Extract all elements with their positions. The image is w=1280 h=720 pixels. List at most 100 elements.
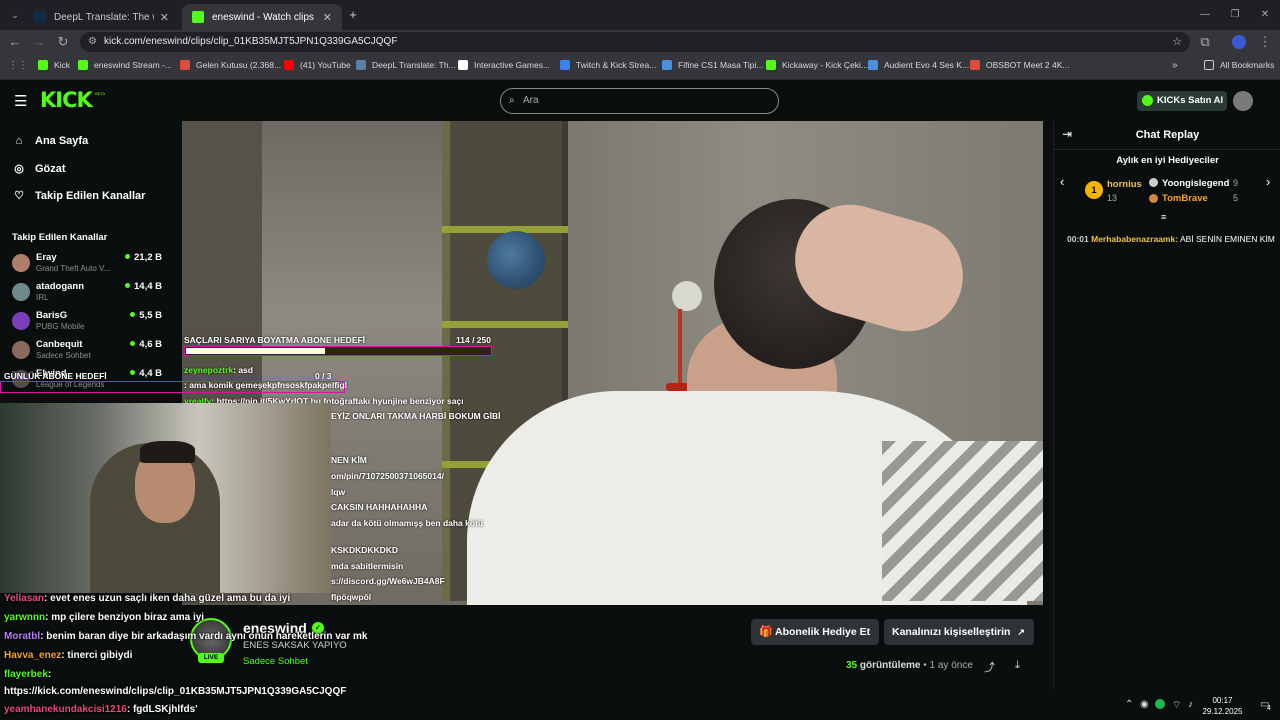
bottom-chat-overlay: Yellasan: evet enes uzun saçlı iken daha… [0,590,400,720]
bottom-chat-line: yeamhanekundakcisi1216: fgdLSKjhlfds' [4,704,198,715]
bookmark-item[interactable]: Kick [38,60,70,70]
bookmark-item[interactable]: Audient Evo 4 Ses K... [868,60,969,70]
search-icon: ⌕ [509,95,515,106]
tab-kick[interactable]: eneswind - Watch clips on Kick ✕ [182,4,342,30]
sub-goal-title: SAÇLARI SARIYA BOYATMA ABONE HEDEFİ [184,335,366,345]
rank-1-badge: 1 [1085,181,1103,199]
volume-icon[interactable]: ♪ [1188,699,1193,710]
obsbot-favicon-icon [970,60,980,70]
avatar [12,341,30,359]
menu-kebab-icon[interactable]: ⋮ [1256,33,1274,51]
sub-goal-fill [186,348,325,354]
kick-favicon-icon [192,11,204,23]
gift-sub-button[interactable]: 🎁 Abonelik Hediye Et [751,619,879,645]
tab-search-icon[interactable]: ⌄ [6,6,24,24]
kicks-buy-button[interactable]: KICKs Satın Al [1137,91,1227,111]
check-favicon-icon [868,60,878,70]
sidebar-item-browse[interactable]: ◎ Gözat [12,162,65,176]
close-tab-icon[interactable]: ✕ [323,11,332,24]
chat-title: Chat Replay [1135,129,1200,141]
chevron-right-icon[interactable]: › [1266,174,1270,189]
deepl-favicon-icon [356,60,366,70]
chat-replay-panel: ⇥ Chat Replay Aylık en iyi Hediyeciler ‹… [1053,121,1280,690]
more-bookmarks-icon[interactable]: » [1172,60,1178,71]
restore-icon[interactable]: ❐ [1226,6,1244,24]
bookmark-item[interactable]: DeepL Translate: Th... [356,60,456,70]
sub-goal-progress: 114 / 250 [456,335,491,345]
deepl-favicon-icon [34,11,46,23]
lamp-shape [672,281,702,311]
address-bar-row: ← → ↻ ⚙ kick.com/eneswind/clips/clip_01K… [0,30,1280,54]
system-clock[interactable]: 00:17 29.12.2025 [1200,695,1245,717]
sidebar-item-following[interactable]: ♡ Takip Edilen Kanallar [12,189,145,203]
bottom-chat-line: Yellasan: evet enes uzun saçlı iken daha… [4,593,291,604]
customize-channel-button[interactable]: Kanalınızı kişiselleştirin ↗ [884,619,1034,645]
bookmark-item[interactable]: Fifine CS1 Masa Tipi... [662,60,764,70]
sidebar-item-home[interactable]: ⌂ Ana Sayfa [12,135,89,147]
bookmark-item[interactable]: Twitch & Kick Strea... [560,60,656,70]
chat-message: 00:01 Merhababenazraamk: ABİ SENİN EMINE… [1067,234,1275,244]
overlay-chat-line: lqw [331,487,346,497]
overlay-chat-line: EYİZ ONLARI TAKMA HARBİ BOKUM GİBİ [331,411,501,421]
close-tab-icon[interactable]: ✕ [160,11,169,24]
followed-channel[interactable]: Canbequit Sadece Sohbet 4,6 B [12,339,162,367]
time-ago: • 1 ay önce [923,660,973,671]
gifter-name[interactable]: Yoongislegend [1162,178,1229,189]
gifter-name[interactable]: hornius [1107,179,1142,190]
kick-favicon-icon [78,60,88,70]
overlay-chat-line: zeynepoztrk: asd [184,365,253,375]
bottom-chat-line: Moratbl: benim baran diye bir arkadaşım … [4,631,368,642]
gifter-name[interactable]: TomBrave [1162,193,1208,204]
reload-icon[interactable]: ↻ [54,33,72,51]
back-icon[interactable]: ← [6,33,24,51]
profile-icon[interactable] [1232,35,1246,49]
bookmark-item[interactable]: eneswind Stream -... [78,60,172,70]
discord-icon[interactable]: ◉ [1140,699,1149,710]
extensions-icon[interactable]: ⧉ [1196,33,1214,51]
expand-icon[interactable]: ≡ [1161,212,1166,222]
folder-icon [1204,60,1214,70]
chevron-up-icon[interactable]: ⌃ [1125,699,1133,710]
site-info-icon[interactable]: ⚙ [88,32,97,52]
forward-icon[interactable]: → [30,33,48,51]
chevron-left-icon[interactable]: ‹ [1060,174,1064,189]
new-tab-icon[interactable]: + [344,6,362,24]
url-field[interactable]: ⚙ kick.com/eneswind/clips/clip_01KB35MJT… [80,32,1190,52]
clip-stats: 35 görüntüleme • 1 ay önce [846,660,973,671]
divider [1054,149,1280,150]
beta-label: BETA [95,91,106,96]
user-avatar[interactable] [1233,91,1253,111]
minimize-icon[interactable]: — [1196,6,1214,24]
tab-deepl[interactable]: DeepL Translate: The world's m ✕ [24,4,179,30]
kick-logo[interactable]: KICK [40,89,93,111]
apps-grid-icon[interactable]: ⋮⋮ [8,60,28,71]
bottom-chat-line: yarwnnn: mp çilere benziyon biraz ama iy… [4,612,205,623]
bookmark-item[interactable]: Gelen Kutusu (2.368... [180,60,281,70]
kick-favicon-icon [766,60,776,70]
wifi-icon[interactable]: ⌔ [1172,699,1181,712]
all-bookmarks[interactable]: All Bookmarks [1204,60,1274,70]
hamburger-menu-icon[interactable]: ☰ [14,92,27,110]
cp-favicon-icon [560,60,570,70]
bookmark-star-icon[interactable]: ☆ [1172,32,1182,52]
followed-channel[interactable]: atadogann IRL 14,4 B [12,281,162,309]
bookmark-item[interactable]: OBSBOT Meet 2 4K... [970,60,1069,70]
bookmark-item[interactable]: (41) YouTube [284,60,351,70]
bottom-chat-line: https://kick.com/eneswind/clips/clip_01K… [4,686,347,697]
followed-channel[interactable]: BarisG PUBG Mobile 5,5 B [12,310,162,338]
daily-goal-bar [0,381,345,393]
heart-icon: ♡ [14,190,24,202]
pillow-stripes-shape [882,441,1043,601]
overlay-chat-line: mda sabitlermisin [331,561,404,571]
avatar [12,312,30,330]
spotify-icon[interactable] [1155,699,1165,709]
compass-icon: ◎ [14,163,24,175]
interactive-favicon-icon [458,60,468,70]
followed-channel[interactable]: Eray Grand Theft Auto V... 21,2 B [12,252,162,280]
bookmark-item[interactable]: Interactive Games... [458,60,550,70]
download-icon[interactable]: ⤓ [1015,659,1020,672]
window-close-icon[interactable]: ✕ [1256,6,1274,24]
bookmark-item[interactable]: Kickaway - Kick Çeki... [766,60,868,70]
share-icon[interactable]: ⤴ [984,659,995,675]
search-input[interactable]: ⌕ Ara [500,88,779,114]
